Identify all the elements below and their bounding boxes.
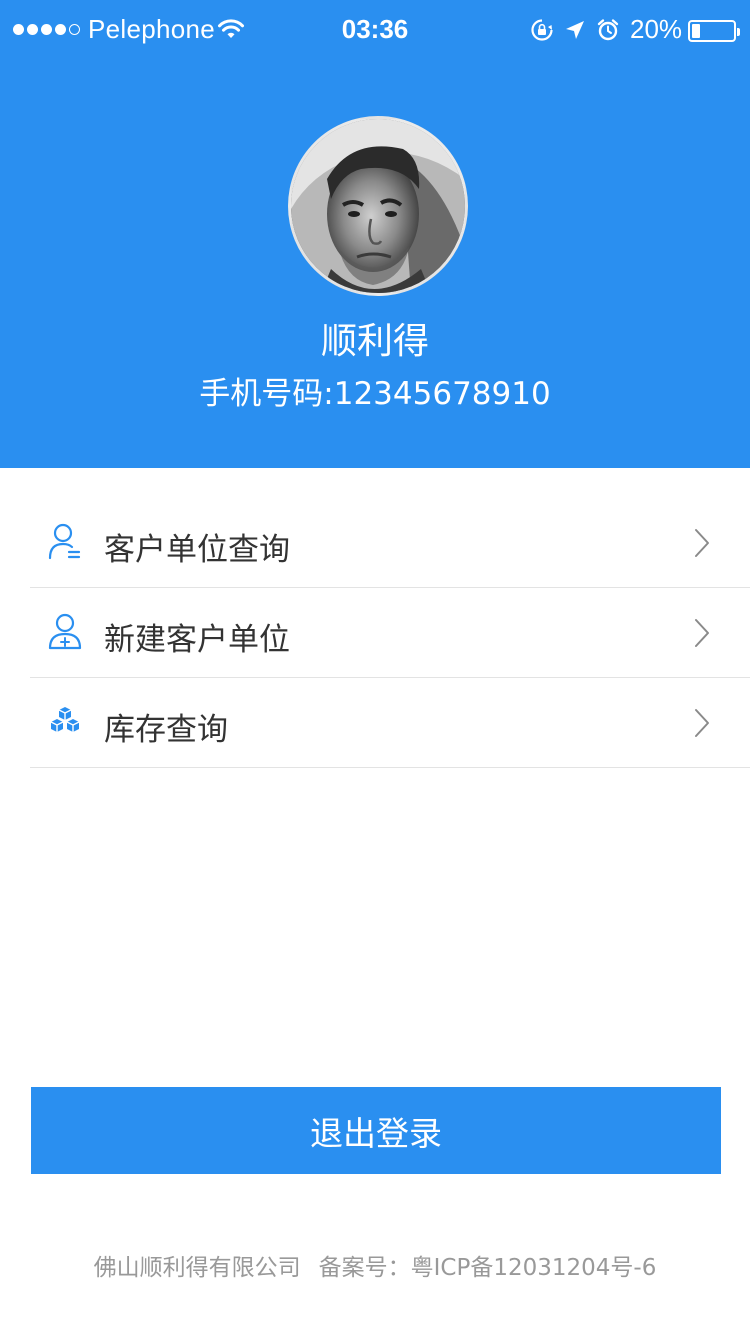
footer-record-number: 备案号：粤ICP备12031204号-6 (318, 1255, 657, 1281)
chevron-right-icon (694, 708, 710, 742)
user-list-icon (47, 522, 83, 562)
user-phone: 手机号码:12345678910 (199, 376, 551, 412)
footer-company: 佛山顺利得有限公司 (93, 1255, 301, 1281)
user-add-icon (47, 612, 83, 652)
menu-item-label: 库存查询 (104, 712, 228, 748)
battery-icon (688, 20, 740, 42)
menu-item-label: 新建客户单位 (104, 622, 290, 658)
menu-item-label: 客户单位查询 (104, 532, 290, 568)
menu-item-new-customer[interactable]: 新建客户单位 (30, 590, 750, 678)
boxes-icon (47, 702, 83, 742)
battery-percent: 20% (630, 14, 683, 44)
chevron-right-icon (694, 618, 710, 652)
logout-button[interactable]: 退出登录 (31, 1087, 721, 1174)
alarm-icon (596, 18, 620, 47)
profile-page: Pelephone 03:36 20% 顺利得 手机号码:12345678910… (0, 0, 750, 1334)
status-bar: Pelephone 03:36 20% (0, 0, 750, 60)
menu-item-inventory-query[interactable]: 库存查询 (30, 680, 750, 768)
footer: 佛山顺利得有限公司 备案号：粤ICP备12031204号-6 (0, 1248, 750, 1282)
chevron-right-icon (694, 528, 710, 562)
profile-header: Pelephone 03:36 20% 顺利得 手机号码:12345678910 (0, 0, 750, 468)
menu-item-customer-query[interactable]: 客户单位查询 (30, 500, 750, 588)
location-arrow-icon (564, 19, 586, 46)
rotation-lock-icon (530, 18, 554, 47)
user-name: 顺利得 (320, 321, 429, 362)
avatar[interactable] (288, 116, 468, 296)
